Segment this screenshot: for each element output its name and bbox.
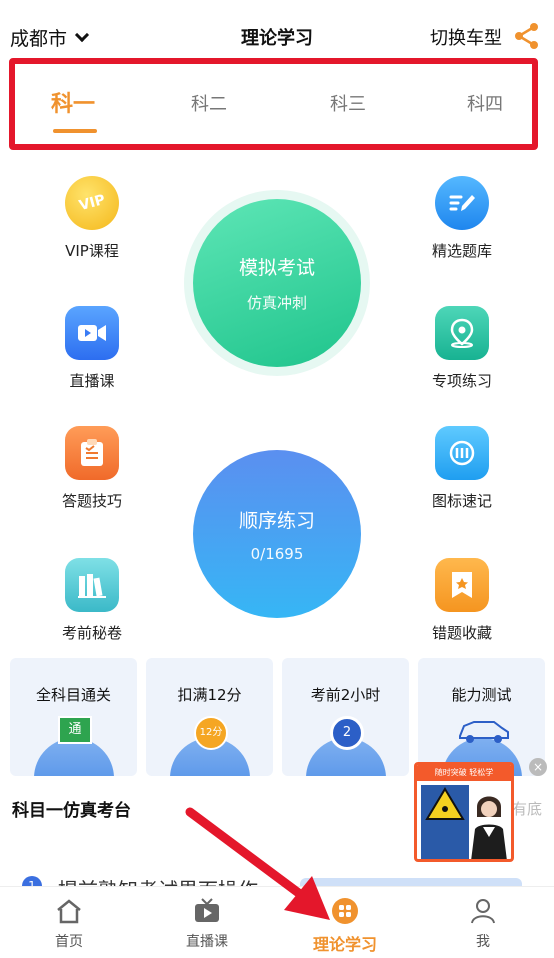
nav-live[interactable]: 直播课 — [138, 887, 276, 958]
question-bank-button[interactable]: 精选题库 — [402, 176, 522, 261]
card-12-points[interactable]: 扣满12分 12分 — [146, 658, 273, 776]
wrong-collection-label: 错题收藏 — [431, 624, 492, 642]
live-course-label: 直播课 — [69, 372, 115, 390]
ad-screen-graphic — [421, 785, 469, 859]
nav-me[interactable]: 我 — [414, 887, 552, 958]
sign-memo-label: 图标速记 — [431, 492, 492, 510]
mock-exam-subtitle: 仿真冲刺 — [246, 294, 307, 312]
exam-secret-label: 考前秘卷 — [61, 624, 122, 642]
card-full-pass[interactable]: 全科目通关 通 — [10, 658, 137, 776]
sequence-progress: 0/1695 — [250, 544, 304, 563]
active-tab-indicator — [53, 129, 97, 133]
video-camera-icon — [65, 306, 119, 360]
special-practice-label: 专项练习 — [431, 372, 492, 390]
card-ability-test-label: 能力测试 — [451, 686, 512, 704]
home-icon — [55, 897, 83, 925]
tab-subject-4[interactable]: 科四 — [467, 90, 503, 116]
share-icon[interactable] — [514, 22, 540, 50]
sequence-title: 顺序练习 — [238, 509, 315, 532]
vip-course-label: VIP课程 — [65, 242, 119, 260]
nav-home-label: 首页 — [55, 934, 83, 950]
grid-icon — [331, 897, 359, 925]
question-bank-label: 精选题库 — [431, 242, 492, 260]
tab-subject-2[interactable]: 科二 — [191, 90, 227, 116]
mock-exam-title: 模拟考试 — [238, 257, 315, 279]
pass-badge-icon: 通 — [58, 716, 92, 744]
live-course-button[interactable]: 直播课 — [32, 306, 152, 391]
nav-live-label: 直播课 — [186, 934, 228, 950]
mock-exam-button[interactable]: 模拟考试 仿真冲刺 — [193, 199, 361, 367]
answer-tips-label: 答题技巧 — [61, 492, 122, 510]
pencil-icon — [435, 176, 489, 230]
section-right-text: 有底 — [511, 800, 542, 818]
bottom-nav: 首页 直播课 理论学习 我 — [0, 886, 554, 958]
sign-icon — [435, 426, 489, 480]
sequence-practice-button[interactable]: 顺序练习 0/1695 — [193, 450, 361, 618]
person-icon — [469, 897, 497, 925]
tab-subject-1[interactable]: 科一 — [51, 86, 95, 118]
nav-home[interactable]: 首页 — [0, 887, 138, 958]
vip-icon: VIP — [65, 176, 119, 230]
close-icon[interactable]: × — [529, 758, 547, 776]
answer-tips-button[interactable]: 答题技巧 — [32, 426, 152, 511]
wrong-collection-button[interactable]: 错题收藏 — [402, 558, 522, 643]
subject-tabs-highlight: 科一 科二 科三 科四 — [9, 58, 538, 150]
card-2-hours[interactable]: 考前2小时 2 — [282, 658, 409, 776]
clipboard-icon — [65, 426, 119, 480]
section-title: 科目一仿真考台 — [12, 801, 131, 821]
floating-live-ad[interactable]: 随时突破 轻松学 — [414, 762, 514, 862]
top-bar: 成都市 理论学习 切换车型 — [0, 0, 554, 58]
exam-secret-button[interactable]: 考前秘卷 — [32, 558, 152, 643]
tab-subject-3[interactable]: 科三 — [330, 90, 366, 116]
nav-theory-label: 理论学习 — [312, 935, 377, 954]
card-full-pass-label: 全科目通关 — [35, 686, 111, 704]
card-2-hours-label: 考前2小时 — [310, 686, 381, 704]
books-icon — [65, 558, 119, 612]
sign-memo-button[interactable]: 图标速记 — [402, 426, 522, 511]
card-ability-test[interactable]: 能力测试 — [418, 658, 545, 776]
card-12-points-label: 扣满12分 — [177, 686, 242, 704]
nav-theory[interactable]: 理论学习 — [276, 887, 414, 958]
vip-course-button[interactable]: VIP VIP课程 — [32, 176, 152, 261]
switch-vehicle-button[interactable]: 切换车型 — [430, 24, 502, 50]
car-icon — [459, 721, 509, 743]
ad-banner: 随时突破 轻松学 — [417, 765, 511, 781]
nav-me-label: 我 — [476, 934, 490, 950]
points-badge-icon: 12分 — [194, 716, 228, 750]
bookmark-star-icon — [435, 558, 489, 612]
stopwatch-icon: 2 — [330, 716, 364, 750]
location-pin-icon — [435, 306, 489, 360]
tv-icon — [193, 897, 221, 925]
special-practice-button[interactable]: 专项练习 — [402, 306, 522, 391]
presenter-image — [471, 796, 507, 859]
